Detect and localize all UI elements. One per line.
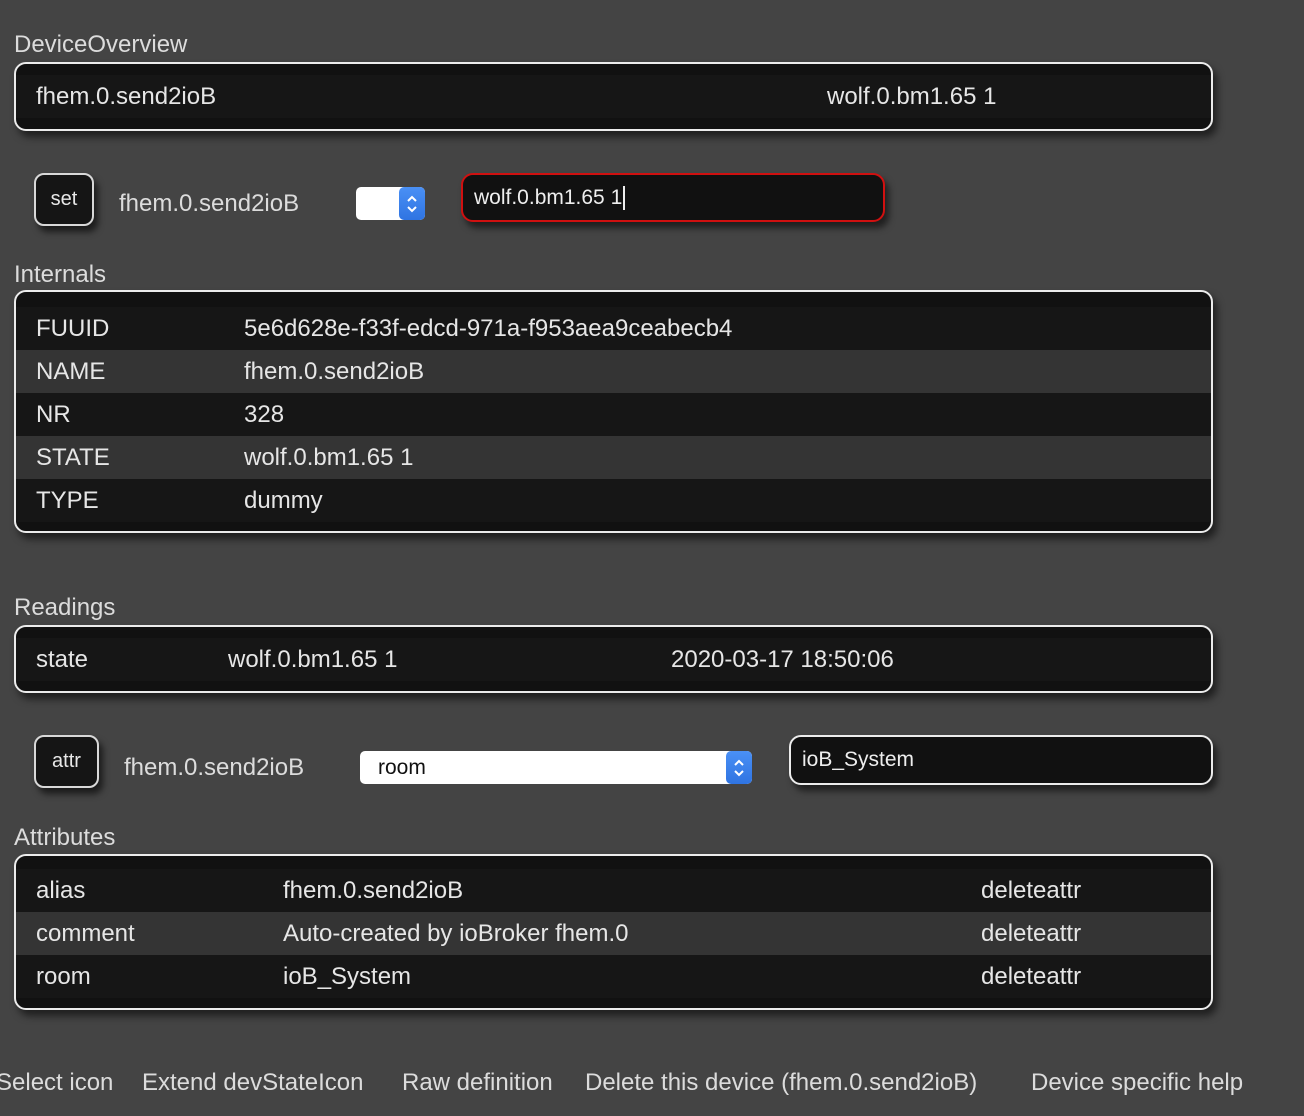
internal-value: fhem.0.send2ioB [244, 358, 425, 385]
attribute-key[interactable]: alias [36, 869, 85, 912]
internal-key: FUUID [36, 315, 110, 342]
table-row: NR 328 [16, 393, 1211, 436]
device-name-link[interactable]: fhem.0.send2ioB [36, 75, 216, 118]
device-overview-block: fhem.0.send2ioB wolf.0.bm1.65 1 [14, 62, 1213, 131]
attr-value-text: ioB_System [802, 748, 915, 771]
set-button[interactable]: set [34, 173, 94, 226]
table-row: room ioB_System deleteattr [16, 955, 1211, 998]
reading-timestamp: 2020-03-17 18:50:06 [671, 646, 894, 673]
set-value-input[interactable]: wolf.0.bm1.65 1 [461, 173, 885, 222]
attribute-key[interactable]: comment [36, 912, 135, 955]
attribute-value: Auto-created by ioBroker fhem.0 [283, 920, 629, 947]
table-row: NAME fhem.0.send2ioB [16, 350, 1211, 393]
internals-block: FUUID 5e6d628e-f33f-edcd-971a-f953aea9ce… [14, 290, 1213, 533]
set-command-select[interactable] [356, 187, 425, 220]
device-overview-title: DeviceOverview [14, 31, 188, 58]
device-state: wolf.0.bm1.65 1 [827, 83, 997, 110]
table-row: STATE wolf.0.bm1.65 1 [16, 436, 1211, 479]
deleteattr-link[interactable]: deleteattr [981, 869, 1081, 912]
attr-device-label: fhem.0.send2ioB [124, 754, 305, 781]
attributes-title: Attributes [14, 824, 116, 851]
table-row: TYPE dummy [16, 479, 1211, 522]
internal-value: wolf.0.bm1.65 1 [244, 444, 414, 471]
internal-key: STATE [36, 444, 110, 471]
device-overview-row: fhem.0.send2ioB wolf.0.bm1.65 1 [16, 75, 1211, 118]
extend-devstateicon-link[interactable]: Extend devStateIcon [142, 1069, 363, 1097]
attribute-value: fhem.0.send2ioB [283, 877, 464, 904]
deleteattr-link[interactable]: deleteattr [981, 912, 1081, 955]
reading-value: wolf.0.bm1.65 1 [228, 646, 398, 673]
table-row: state wolf.0.bm1.65 1 2020-03-17 18:50:0… [16, 638, 1211, 681]
text-cursor [623, 186, 626, 211]
select-arrows-icon [726, 751, 752, 784]
attr-name-select-value: room [378, 756, 426, 779]
delete-device-link[interactable]: Delete this device (fhem.0.send2ioB) [585, 1069, 977, 1097]
internal-key: NAME [36, 358, 106, 385]
readings-title: Readings [14, 594, 116, 621]
table-row: alias fhem.0.send2ioB deleteattr [16, 869, 1211, 912]
raw-definition-link[interactable]: Raw definition [402, 1069, 553, 1097]
attr-value-input[interactable]: ioB_System [789, 735, 1213, 785]
table-row: FUUID 5e6d628e-f33f-edcd-971a-f953aea9ce… [16, 307, 1211, 350]
set-value-text: wolf.0.bm1.65 1 [474, 186, 623, 209]
table-row: comment Auto-created by ioBroker fhem.0 … [16, 912, 1211, 955]
reading-key: state [36, 646, 89, 673]
attr-button[interactable]: attr [34, 735, 99, 788]
internal-key: TYPE [36, 487, 99, 514]
internal-key: NR [36, 401, 71, 428]
device-help-link[interactable]: Device specific help [1031, 1069, 1243, 1097]
attributes-block: alias fhem.0.send2ioB deleteattr comment… [14, 854, 1213, 1010]
readings-block: state wolf.0.bm1.65 1 2020-03-17 18:50:0… [14, 625, 1213, 693]
attribute-key[interactable]: room [36, 955, 91, 998]
attr-name-select[interactable]: room [360, 751, 752, 784]
internal-value: 328 [244, 401, 285, 428]
internals-title: Internals [14, 261, 107, 288]
select-icon-link[interactable]: Select icon [0, 1069, 113, 1097]
select-arrows-icon [399, 187, 425, 220]
internal-value: dummy [244, 487, 323, 514]
set-device-label: fhem.0.send2ioB [119, 190, 300, 217]
attribute-value: ioB_System [283, 963, 412, 990]
deleteattr-link[interactable]: deleteattr [981, 955, 1081, 998]
internal-value: 5e6d628e-f33f-edcd-971a-f953aea9ceabecb4 [244, 315, 733, 342]
